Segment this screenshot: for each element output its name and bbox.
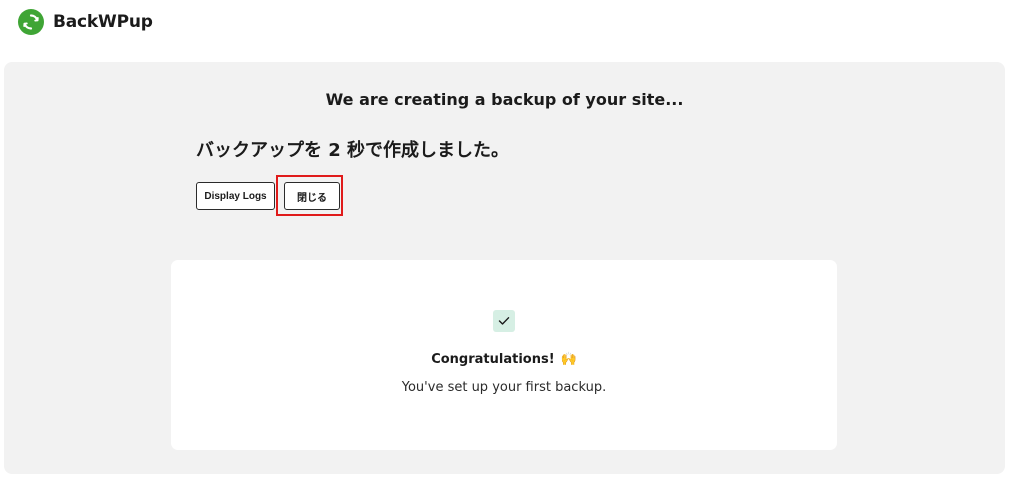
backup-progress-panel: We are creating a backup of your site...… (4, 62, 1005, 474)
panel-heading: We are creating a backup of your site... (325, 90, 684, 109)
check-icon (493, 310, 515, 332)
display-logs-button[interactable]: Display Logs (196, 182, 275, 210)
brand-name: BackWPup (53, 12, 153, 32)
congratulations-text: Congratulations! (431, 352, 555, 367)
backwpup-logo-icon (18, 9, 44, 35)
backup-status-text: バックアップを 2 秒で作成しました。 (196, 140, 510, 161)
raised-hands-icon: 🙌 (560, 352, 577, 367)
app-header: BackWPup (18, 8, 153, 36)
success-message: You've set up your first backup. (401, 380, 607, 395)
highlight-box (276, 175, 343, 216)
success-card: Congratulations! 🙌 You've set up your fir… (171, 260, 837, 450)
congratulations-title: Congratulations! 🙌 (171, 352, 837, 367)
